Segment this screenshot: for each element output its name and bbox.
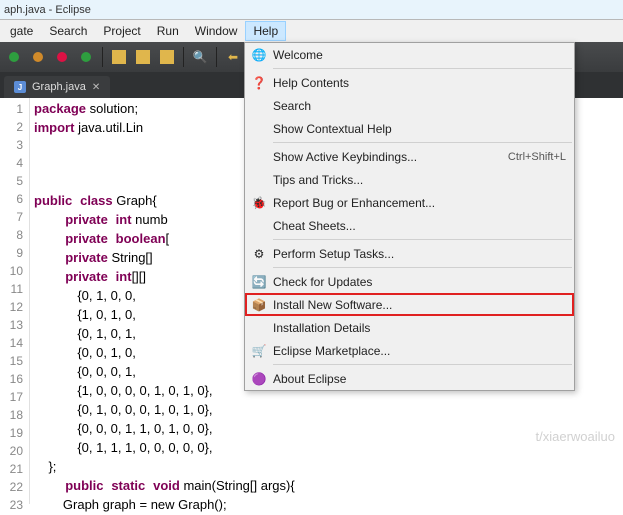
menu-separator xyxy=(273,364,572,365)
menu-tips[interactable]: Tips and Tricks... xyxy=(245,168,574,191)
line-number: 5 xyxy=(0,172,23,190)
menu-install-software[interactable]: 📦Install New Software... xyxy=(245,293,574,316)
line-number: 23 xyxy=(0,496,23,514)
tb-separator xyxy=(216,47,217,67)
menu-separator xyxy=(273,68,572,69)
line-number: 13 xyxy=(0,316,23,334)
tb-open-icon[interactable] xyxy=(133,47,153,67)
line-number: 8 xyxy=(0,226,23,244)
line-number-gutter: 1234567891011121314151617181920212223 xyxy=(0,98,30,504)
menu-keybindings[interactable]: Show Active Keybindings...Ctrl+Shift+L xyxy=(245,145,574,168)
tb-run-icon[interactable] xyxy=(4,47,24,67)
tab-filename: Graph.java xyxy=(32,81,86,93)
menu-window[interactable]: Window xyxy=(187,21,246,41)
line-number: 15 xyxy=(0,352,23,370)
line-number: 19 xyxy=(0,424,23,442)
menu-separator xyxy=(273,239,572,240)
menu-welcome[interactable]: 🌐Welcome xyxy=(245,43,574,66)
line-number: 14 xyxy=(0,334,23,352)
tb-search-icon[interactable]: 🔍 xyxy=(190,47,210,67)
setup-icon: ⚙ xyxy=(249,247,269,261)
line-number: 22 xyxy=(0,478,23,496)
eclipse-icon: 🟣 xyxy=(249,372,269,386)
update-icon: 🔄 xyxy=(249,275,269,289)
line-number: 4 xyxy=(0,154,23,172)
line-number: 17 xyxy=(0,388,23,406)
tb-save-icon[interactable] xyxy=(157,47,177,67)
menu-about[interactable]: 🟣About Eclipse xyxy=(245,367,574,390)
tb-ext-tools-icon[interactable] xyxy=(52,47,72,67)
line-number: 16 xyxy=(0,370,23,388)
line-number: 6 xyxy=(0,190,23,208)
menu-separator xyxy=(273,142,572,143)
line-number: 11 xyxy=(0,280,23,298)
install-icon: 📦 xyxy=(249,298,269,312)
menu-help[interactable]: Help xyxy=(245,21,286,41)
watermark-text: t/xiaerwoailuo xyxy=(536,429,616,444)
tb-back-icon[interactable]: ⬅ xyxy=(223,47,243,67)
menu-navigate[interactable]: gate xyxy=(2,21,41,41)
line-number: 21 xyxy=(0,460,23,478)
line-number: 20 xyxy=(0,442,23,460)
marketplace-icon: 🛒 xyxy=(249,344,269,358)
menu-project[interactable]: Project xyxy=(95,21,148,41)
menubar: gate Search Project Run Window Help xyxy=(0,20,623,42)
line-number: 9 xyxy=(0,244,23,262)
menu-help-contents[interactable]: ❓Help Contents xyxy=(245,71,574,94)
tb-debug-icon[interactable] xyxy=(28,47,48,67)
menu-install-details[interactable]: Installation Details xyxy=(245,316,574,339)
close-icon[interactable]: ✕ xyxy=(92,82,100,93)
menu-setup-tasks[interactable]: ⚙Perform Setup Tasks... xyxy=(245,242,574,265)
help-dropdown-menu: 🌐Welcome ❓Help Contents Search Show Cont… xyxy=(244,42,575,391)
shortcut-label: Ctrl+Shift+L xyxy=(508,151,566,163)
menu-check-updates[interactable]: 🔄Check for Updates xyxy=(245,270,574,293)
tb-refresh-icon[interactable] xyxy=(76,47,96,67)
menu-marketplace[interactable]: 🛒Eclipse Marketplace... xyxy=(245,339,574,362)
line-number: 18 xyxy=(0,406,23,424)
menu-report-bug[interactable]: 🐞Report Bug or Enhancement... xyxy=(245,191,574,214)
menu-cheat-sheets[interactable]: Cheat Sheets... xyxy=(245,214,574,237)
line-number: 1 xyxy=(0,100,23,118)
menu-contextual-help[interactable]: Show Contextual Help xyxy=(245,117,574,140)
bug-icon: 🐞 xyxy=(249,196,269,210)
tb-separator xyxy=(183,47,184,67)
line-number: 2 xyxy=(0,118,23,136)
line-number: 10 xyxy=(0,262,23,280)
java-file-icon: J xyxy=(14,81,26,93)
menu-separator xyxy=(273,267,572,268)
menu-search[interactable]: Search xyxy=(41,21,95,41)
help-icon: ❓ xyxy=(249,76,269,90)
window-titlebar: aph.java - Eclipse xyxy=(0,0,623,20)
tb-new-icon[interactable] xyxy=(109,47,129,67)
line-number: 3 xyxy=(0,136,23,154)
editor-tab[interactable]: J Graph.java ✕ xyxy=(4,76,110,98)
menu-help-search[interactable]: Search xyxy=(245,94,574,117)
welcome-icon: 🌐 xyxy=(249,48,269,62)
tb-separator xyxy=(102,47,103,67)
window-title: aph.java - Eclipse xyxy=(4,4,91,16)
line-number: 7 xyxy=(0,208,23,226)
menu-run[interactable]: Run xyxy=(149,21,187,41)
line-number: 12 xyxy=(0,298,23,316)
